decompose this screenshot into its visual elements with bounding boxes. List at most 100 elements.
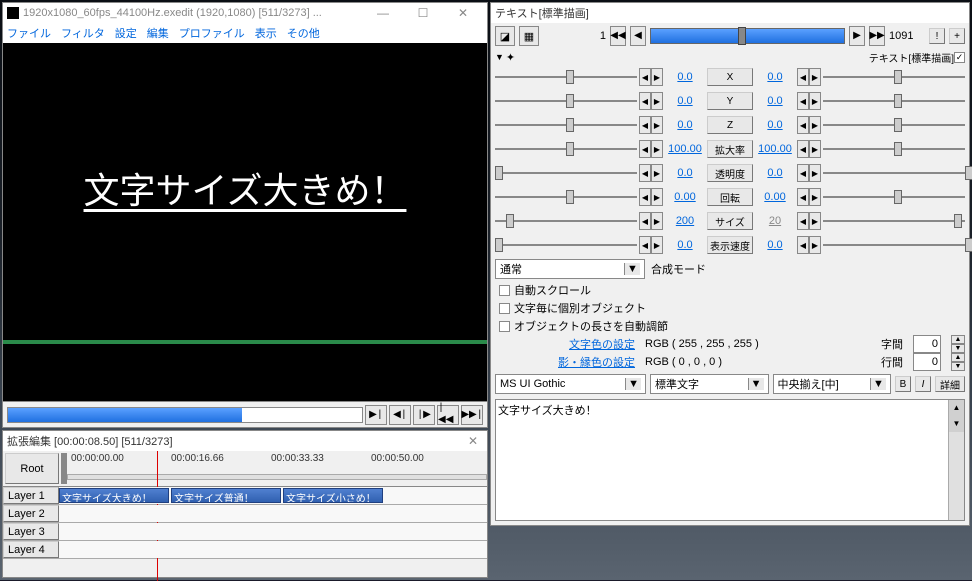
font-combo[interactable]: MS UI Gothic▼ bbox=[495, 374, 646, 394]
main-titlebar[interactable]: 1920x1080_60fps_44100Hz.exedit (1920,108… bbox=[3, 3, 487, 23]
timeline-titlebar[interactable]: 拡張編集 [00:00:08.50] [511/3273] ✕ bbox=[3, 431, 487, 451]
inc-left[interactable]: ▶ bbox=[651, 140, 663, 158]
value-left[interactable]: 200 bbox=[665, 215, 705, 227]
menu-file[interactable]: ファイル bbox=[7, 25, 51, 41]
timeline-clip[interactable]: 文字サイズ小さめ！ bbox=[283, 488, 383, 503]
align-combo[interactable]: 中央揃え[中]▼ bbox=[773, 374, 891, 394]
dec-left[interactable]: ◀ bbox=[639, 212, 651, 230]
collapse-arrow-icon[interactable]: ▼ bbox=[495, 52, 504, 62]
slider-left[interactable] bbox=[495, 236, 637, 254]
timeline-ruler[interactable]: 00:00:00.00 00:00:16.66 00:00:33.33 00:0… bbox=[67, 451, 487, 486]
inc-right[interactable]: ▶ bbox=[809, 140, 821, 158]
value-left[interactable]: 0.0 bbox=[665, 167, 705, 179]
frame-last-button[interactable]: ▶▶ bbox=[869, 26, 885, 46]
slider-left[interactable] bbox=[495, 68, 637, 86]
enable-checkbox[interactable] bbox=[954, 52, 965, 63]
dec-right[interactable]: ◀ bbox=[797, 236, 809, 254]
param-name-button[interactable]: Y bbox=[707, 92, 753, 110]
param-name-button[interactable]: 透明度 bbox=[707, 164, 753, 182]
text-content-input[interactable]: 文字サイズ大きめ！ ▲▼ bbox=[495, 399, 965, 521]
slider-right[interactable] bbox=[823, 68, 965, 86]
line-spacing-stepper[interactable]: ▲▼ bbox=[951, 353, 965, 371]
value-left[interactable]: 0.0 bbox=[665, 95, 705, 107]
menu-view[interactable]: 表示 bbox=[255, 25, 277, 41]
root-button[interactable]: Root bbox=[5, 453, 59, 484]
frame-next-button[interactable]: ▶ bbox=[849, 26, 865, 46]
char-spacing-stepper[interactable]: ▲▼ bbox=[951, 335, 965, 353]
slider-right[interactable] bbox=[823, 164, 965, 182]
dec-left[interactable]: ◀ bbox=[639, 68, 651, 86]
dec-right[interactable]: ◀ bbox=[797, 164, 809, 182]
line-spacing-input[interactable]: 0 bbox=[913, 353, 941, 371]
inc-left[interactable]: ▶ bbox=[651, 116, 663, 134]
dec-right[interactable]: ◀ bbox=[797, 116, 809, 134]
inc-right[interactable]: ▶ bbox=[809, 212, 821, 230]
plus-icon[interactable]: + bbox=[949, 28, 965, 44]
param-name-button[interactable]: Z bbox=[707, 116, 753, 134]
slider-left[interactable] bbox=[495, 164, 637, 182]
text-panel-titlebar[interactable]: テキスト[標準描画] bbox=[491, 3, 969, 23]
value-right[interactable]: 0.0 bbox=[755, 71, 795, 83]
play-button[interactable]: ▶| bbox=[365, 405, 387, 425]
camera-icon[interactable]: ◪ bbox=[495, 26, 515, 46]
sub-section-header[interactable]: ▼ ✦ テキスト[標準描画] bbox=[491, 49, 969, 65]
dec-right[interactable]: ◀ bbox=[797, 188, 809, 206]
text-scrollbar[interactable]: ▲▼ bbox=[948, 400, 964, 520]
italic-button[interactable]: I bbox=[915, 376, 931, 392]
value-right[interactable]: 0.00 bbox=[755, 191, 795, 203]
checkbox[interactable] bbox=[499, 321, 510, 332]
menu-edit[interactable]: 編集 bbox=[147, 25, 169, 41]
layer-label[interactable]: Layer 2 bbox=[3, 505, 59, 522]
frame-back-button[interactable]: ◀| bbox=[389, 405, 411, 425]
inc-right[interactable]: ▶ bbox=[809, 68, 821, 86]
checkbox[interactable] bbox=[499, 303, 510, 314]
minimize-button[interactable]: — bbox=[363, 3, 403, 23]
dec-left[interactable]: ◀ bbox=[639, 140, 651, 158]
value-right[interactable]: 20 bbox=[755, 215, 795, 227]
param-name-button[interactable]: 回転 bbox=[707, 188, 753, 206]
char-spacing-input[interactable]: 0 bbox=[913, 335, 941, 353]
frame-fwd-button[interactable]: |▶ bbox=[413, 405, 435, 425]
inc-right[interactable]: ▶ bbox=[809, 188, 821, 206]
dec-right[interactable]: ◀ bbox=[797, 212, 809, 230]
slider-left[interactable] bbox=[495, 116, 637, 134]
timeline-clip[interactable]: 文字サイズ大きめ！ bbox=[59, 488, 169, 503]
inc-right[interactable]: ▶ bbox=[809, 236, 821, 254]
slider-right[interactable] bbox=[823, 92, 965, 110]
layer-label[interactable]: Layer 4 bbox=[3, 541, 59, 558]
layer-label[interactable]: Layer 3 bbox=[3, 523, 59, 540]
font-style-combo[interactable]: 標準文字▼ bbox=[650, 374, 768, 394]
inc-right[interactable]: ▶ bbox=[809, 92, 821, 110]
value-right[interactable]: 0.0 bbox=[755, 167, 795, 179]
shadow-color-button[interactable]: 影・縁色の設定 bbox=[495, 354, 635, 370]
dec-left[interactable]: ◀ bbox=[639, 188, 651, 206]
checkbox[interactable] bbox=[499, 285, 510, 296]
seek-slider[interactable] bbox=[7, 407, 363, 423]
menu-settings[interactable]: 設定 bbox=[115, 25, 137, 41]
menu-filter[interactable]: フィルタ bbox=[61, 25, 105, 41]
inc-left[interactable]: ▶ bbox=[651, 188, 663, 206]
blend-mode-combo[interactable]: 通常▼ bbox=[495, 259, 645, 279]
inc-right[interactable]: ▶ bbox=[809, 164, 821, 182]
frame-slider[interactable] bbox=[650, 28, 845, 44]
bold-button[interactable]: B bbox=[895, 376, 911, 392]
frame-prev-button[interactable]: ◀ bbox=[630, 26, 646, 46]
slider-right[interactable] bbox=[823, 236, 965, 254]
menu-profile[interactable]: プロファイル bbox=[179, 25, 245, 41]
skip-first-button[interactable]: |◀◀ bbox=[437, 405, 459, 425]
slider-left[interactable] bbox=[495, 212, 637, 230]
inc-left[interactable]: ▶ bbox=[651, 164, 663, 182]
dec-left[interactable]: ◀ bbox=[639, 164, 651, 182]
slider-right[interactable] bbox=[823, 212, 965, 230]
close-button[interactable]: ✕ bbox=[443, 3, 483, 23]
slider-left[interactable] bbox=[495, 92, 637, 110]
inc-right[interactable]: ▶ bbox=[809, 116, 821, 134]
dec-left[interactable]: ◀ bbox=[639, 92, 651, 110]
inc-left[interactable]: ▶ bbox=[651, 92, 663, 110]
dec-right[interactable]: ◀ bbox=[797, 92, 809, 110]
value-right[interactable]: 0.0 bbox=[755, 119, 795, 131]
layer-track[interactable] bbox=[59, 541, 487, 558]
layer-label[interactable]: Layer 1 bbox=[3, 487, 59, 504]
value-left[interactable]: 0.0 bbox=[665, 71, 705, 83]
frame-first-button[interactable]: ◀◀ bbox=[610, 26, 626, 46]
